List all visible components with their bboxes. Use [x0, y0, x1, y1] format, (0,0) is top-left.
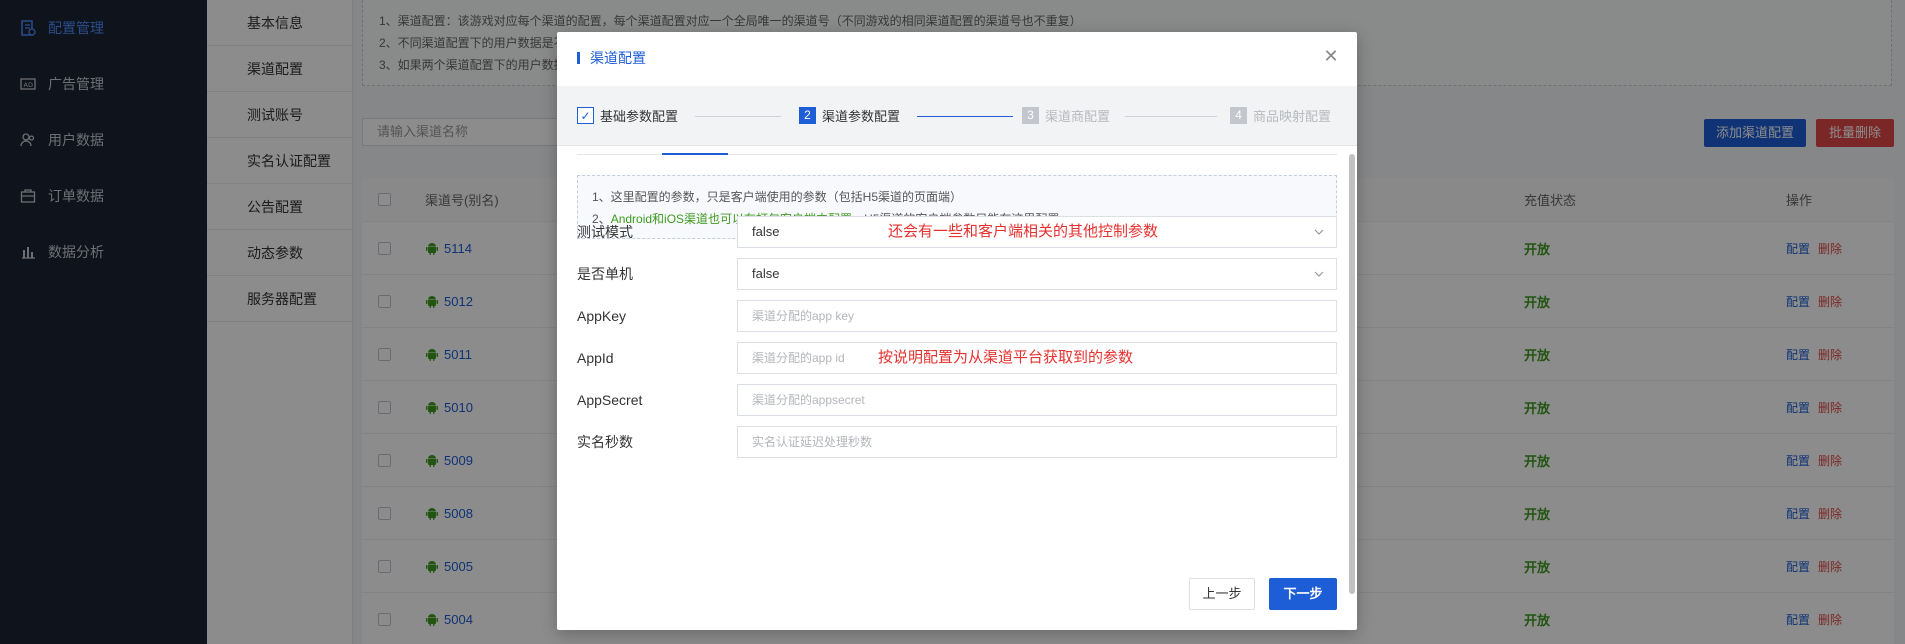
standalone-label: 是否单机 [577, 266, 633, 282]
realname-seconds-label: 实名秒数 [577, 434, 633, 450]
channel-config-modal: 渠道配置 ✕ ✓ 基础参数配置 2 渠道参数配置 3 渠道商配置 4 商品映射配… [557, 32, 1357, 630]
appid-label: AppId [577, 350, 614, 366]
step-label: 基础参数配置 [600, 109, 679, 124]
step-number: 2 [799, 107, 816, 124]
step-label: 商品映射配置 [1253, 109, 1332, 124]
step-channel-params[interactable]: 2 渠道参数配置 [799, 106, 900, 125]
annotation-text: 还会有一些和客户端相关的其他控制参数 [888, 223, 1159, 240]
step-indicator: ✓ 基础参数配置 2 渠道参数配置 3 渠道商配置 4 商品映射配置 [557, 86, 1357, 146]
form-row-appid: AppId 渠道分配的app id 按说明配置为从渠道平台获取到的参数 [577, 342, 1337, 374]
active-tab-indicator [662, 153, 728, 155]
appkey-label: AppKey [577, 308, 627, 324]
close-icon[interactable]: ✕ [1323, 47, 1339, 65]
test-mode-select[interactable]: false 还会有一些和客户端相关的其他控制参数 [737, 216, 1337, 248]
form-row-standalone: 是否单机 false [577, 258, 1337, 290]
step-connector [917, 116, 1013, 117]
step-number: 3 [1022, 107, 1039, 124]
annotation-text: 按说明配置为从渠道平台获取到的参数 [878, 349, 1134, 366]
step-label: 渠道商配置 [1045, 109, 1111, 124]
standalone-select[interactable]: false [737, 258, 1337, 290]
test-mode-label: 测试模式 [577, 224, 633, 240]
step-connector [1125, 116, 1217, 117]
appsecret-label: AppSecret [577, 392, 643, 408]
chevron-down-icon [1314, 229, 1324, 235]
appkey-input[interactable]: 渠道分配的app key [737, 300, 1337, 332]
form-row-test-mode: 测试模式 false 还会有一些和客户端相关的其他控制参数 [577, 216, 1337, 248]
form-row-appsecret: AppSecret 渠道分配的appsecret [577, 384, 1337, 416]
step-label: 渠道参数配置 [822, 109, 901, 124]
realname-seconds-input[interactable]: 实名认证延迟处理秒数 [737, 426, 1337, 458]
step-product-mapping[interactable]: 4 商品映射配置 [1230, 106, 1331, 125]
form-row-realname-seconds: 实名秒数 实名认证延迟处理秒数 [577, 426, 1337, 458]
chevron-down-icon [1314, 271, 1324, 277]
appsecret-input[interactable]: 渠道分配的appsecret [737, 384, 1337, 416]
step-number: 4 [1230, 107, 1247, 124]
step-basic-params[interactable]: ✓ 基础参数配置 [577, 106, 678, 125]
appid-placeholder: 渠道分配的app id [752, 351, 845, 365]
prev-step-button[interactable]: 上一步 [1189, 578, 1255, 610]
modal-scrollbar[interactable] [1349, 154, 1355, 594]
next-step-button[interactable]: 下一步 [1269, 578, 1337, 610]
standalone-value: false [752, 266, 780, 281]
tip-line: 1、这里配置的参数，只是客户端使用的参数（包括H5渠道的页面端） [592, 190, 963, 204]
appid-input[interactable]: 渠道分配的app id 按说明配置为从渠道平台获取到的参数 [737, 342, 1337, 374]
check-icon: ✓ [577, 107, 594, 124]
step-connector [695, 116, 781, 117]
modal-title: 渠道配置 [577, 51, 646, 65]
test-mode-value: false [752, 224, 780, 239]
form-row-appkey: AppKey 渠道分配的app key [577, 300, 1337, 332]
step-channel-vendor[interactable]: 3 渠道商配置 [1022, 106, 1110, 125]
